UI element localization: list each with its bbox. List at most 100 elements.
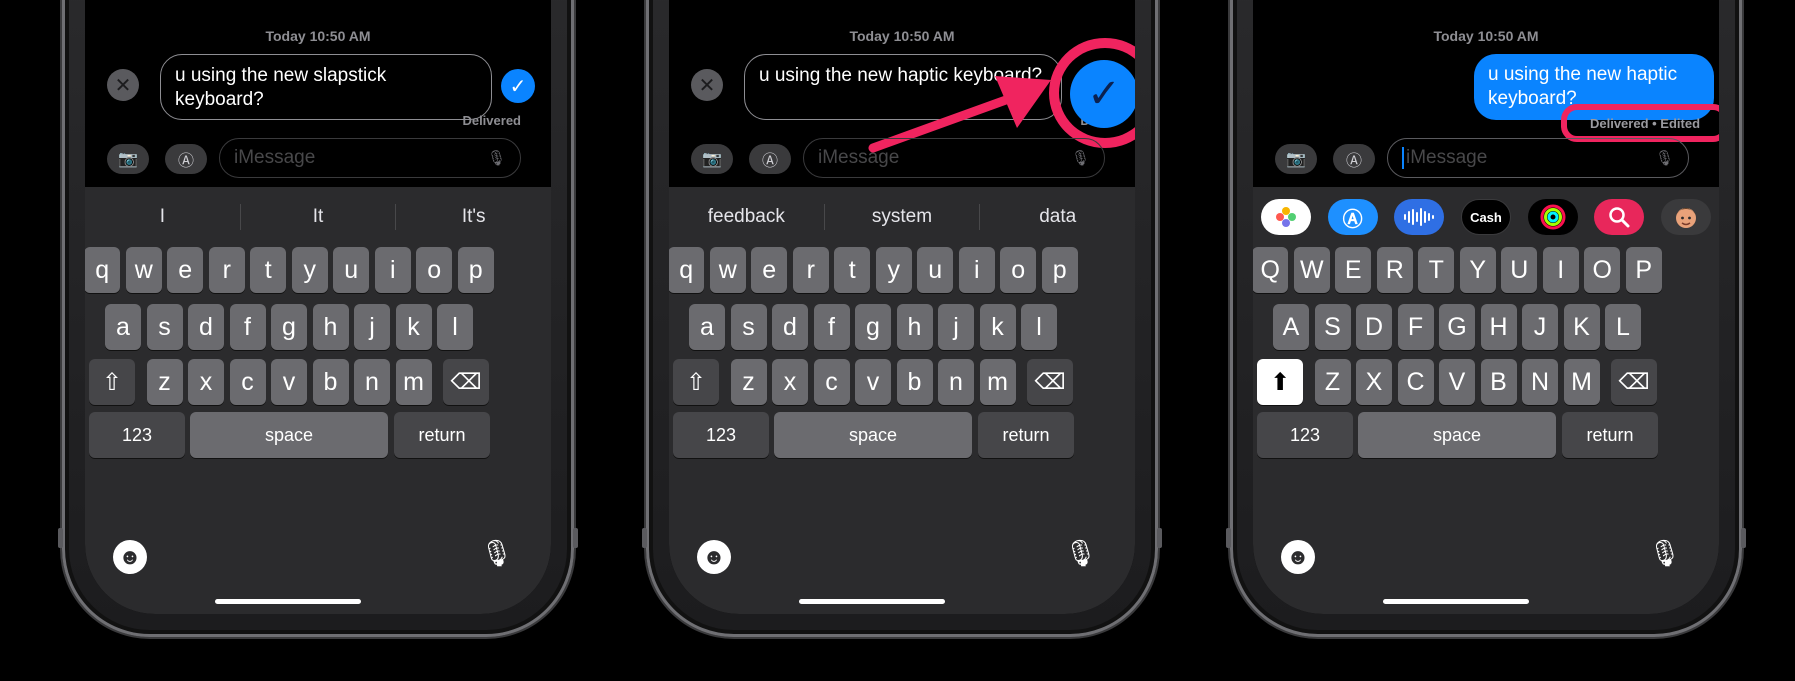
key-r[interactable]: r — [792, 247, 829, 293]
key-g[interactable]: g — [271, 304, 307, 350]
key-p[interactable]: p — [457, 247, 494, 293]
key-v[interactable]: v — [271, 359, 307, 405]
suggestion-item[interactable]: I — [85, 195, 240, 239]
app-store-icon[interactable]: Ⓐ — [1327, 199, 1378, 235]
cancel-edit-button[interactable]: ✕ — [107, 69, 139, 101]
key-c[interactable]: c — [229, 359, 266, 405]
search-web-icon[interactable] — [1594, 199, 1645, 235]
key-b[interactable]: b — [312, 359, 349, 405]
key-h[interactable]: h — [896, 304, 933, 350]
key-b[interactable]: B — [1480, 359, 1517, 405]
key-s[interactable]: s — [730, 304, 767, 350]
key-h[interactable]: H — [1480, 304, 1517, 350]
emoji-icon[interactable]: ☻ — [697, 540, 731, 574]
key-j[interactable]: j — [354, 304, 390, 350]
key-i[interactable]: i — [958, 247, 995, 293]
key-n[interactable]: n — [354, 359, 390, 405]
key-y[interactable]: y — [875, 247, 912, 293]
key-n[interactable]: N — [1522, 359, 1558, 405]
imessage-input[interactable]: iMessage 🎙 — [219, 138, 521, 178]
photos-icon[interactable] — [1261, 199, 1311, 235]
key-y[interactable]: y — [291, 247, 328, 293]
key-e[interactable]: e — [167, 247, 204, 293]
key-i[interactable]: i — [374, 247, 411, 293]
key-u[interactable]: u — [333, 247, 370, 293]
home-indicator[interactable] — [215, 599, 361, 604]
activity-icon[interactable] — [1527, 199, 1578, 235]
cancel-edit-button[interactable]: ✕ — [691, 69, 723, 101]
key-v[interactable]: V — [1439, 359, 1475, 405]
emoji-icon[interactable]: ☻ — [1281, 540, 1315, 574]
key-z[interactable]: z — [146, 359, 183, 405]
dictation-icon[interactable]: 🎙 — [1655, 149, 1674, 167]
key-p[interactable]: P — [1625, 247, 1662, 293]
microphone-icon[interactable]: 🎙 — [1648, 538, 1681, 569]
audio-icon[interactable] — [1394, 199, 1445, 235]
suggestion-item[interactable]: It — [241, 195, 396, 239]
app-store-icon[interactable]: Ⓐ — [1333, 144, 1375, 174]
key-m[interactable]: M — [1563, 359, 1600, 405]
key-r[interactable]: r — [208, 247, 245, 293]
microphone-icon[interactable]: 🎙 — [480, 538, 513, 569]
suggestion-item[interactable]: system — [825, 195, 980, 239]
key-g[interactable]: G — [1439, 304, 1475, 350]
key-q[interactable]: q — [669, 247, 705, 293]
key-h[interactable]: h — [312, 304, 349, 350]
key-o[interactable]: o — [416, 247, 453, 293]
key-l[interactable]: l — [437, 304, 473, 350]
key-k[interactable]: k — [979, 304, 1016, 350]
key-t[interactable]: T — [1418, 247, 1455, 293]
key-t[interactable]: t — [250, 247, 287, 293]
app-store-icon[interactable]: Ⓐ — [749, 144, 791, 174]
key-g[interactable]: g — [855, 304, 891, 350]
key-m[interactable]: m — [979, 359, 1016, 405]
dictation-icon[interactable]: 🎙 — [487, 149, 506, 167]
key-z[interactable]: z — [730, 359, 767, 405]
key-w[interactable]: w — [709, 247, 746, 293]
key-q[interactable]: q — [85, 247, 121, 293]
space-key[interactable]: space — [190, 412, 388, 458]
microphone-icon[interactable]: 🎙 — [1064, 538, 1097, 569]
suggestion-item[interactable]: It's — [396, 195, 551, 239]
space-key[interactable]: space — [1358, 412, 1556, 458]
delete-key[interactable]: ⌫ — [1027, 359, 1073, 405]
camera-icon[interactable]: 📷 — [1275, 144, 1317, 174]
key-j[interactable]: J — [1522, 304, 1558, 350]
home-indicator[interactable] — [1383, 599, 1529, 604]
key-s[interactable]: S — [1314, 304, 1351, 350]
imessage-input[interactable]: iMessage 🎙 — [803, 138, 1105, 178]
app-store-icon[interactable]: Ⓐ — [165, 144, 207, 174]
key-x[interactable]: x — [772, 359, 808, 405]
camera-icon[interactable]: 📷 — [107, 144, 149, 174]
confirm-edit-button[interactable]: ✓ — [501, 69, 535, 103]
edit-message-field[interactable]: u using the new haptic keyboard? — [744, 54, 1062, 120]
numbers-key[interactable]: 123 — [89, 412, 185, 458]
key-u[interactable]: u — [917, 247, 954, 293]
key-a[interactable]: A — [1273, 304, 1309, 350]
home-indicator[interactable] — [799, 599, 945, 604]
key-a[interactable]: a — [689, 304, 725, 350]
key-f[interactable]: F — [1397, 304, 1434, 350]
shift-key[interactable]: ⬆ — [1257, 359, 1303, 405]
key-y[interactable]: Y — [1459, 247, 1496, 293]
key-m[interactable]: m — [395, 359, 432, 405]
space-key[interactable]: space — [774, 412, 972, 458]
key-d[interactable]: d — [772, 304, 808, 350]
key-p[interactable]: p — [1041, 247, 1078, 293]
key-c[interactable]: c — [813, 359, 850, 405]
dictation-icon[interactable]: 🎙 — [1071, 149, 1090, 167]
key-l[interactable]: L — [1605, 304, 1641, 350]
key-q[interactable]: Q — [1253, 247, 1289, 293]
key-d[interactable]: D — [1356, 304, 1392, 350]
shift-key[interactable]: ⇧ — [673, 359, 719, 405]
key-f[interactable]: f — [813, 304, 850, 350]
key-k[interactable]: k — [395, 304, 432, 350]
numbers-key[interactable]: 123 — [1257, 412, 1353, 458]
key-b[interactable]: b — [896, 359, 933, 405]
key-w[interactable]: w — [125, 247, 162, 293]
return-key[interactable]: return — [394, 412, 490, 458]
imessage-input[interactable]: iMessage 🎙 — [1387, 138, 1689, 178]
key-x[interactable]: X — [1356, 359, 1392, 405]
key-u[interactable]: U — [1501, 247, 1538, 293]
key-v[interactable]: v — [855, 359, 891, 405]
